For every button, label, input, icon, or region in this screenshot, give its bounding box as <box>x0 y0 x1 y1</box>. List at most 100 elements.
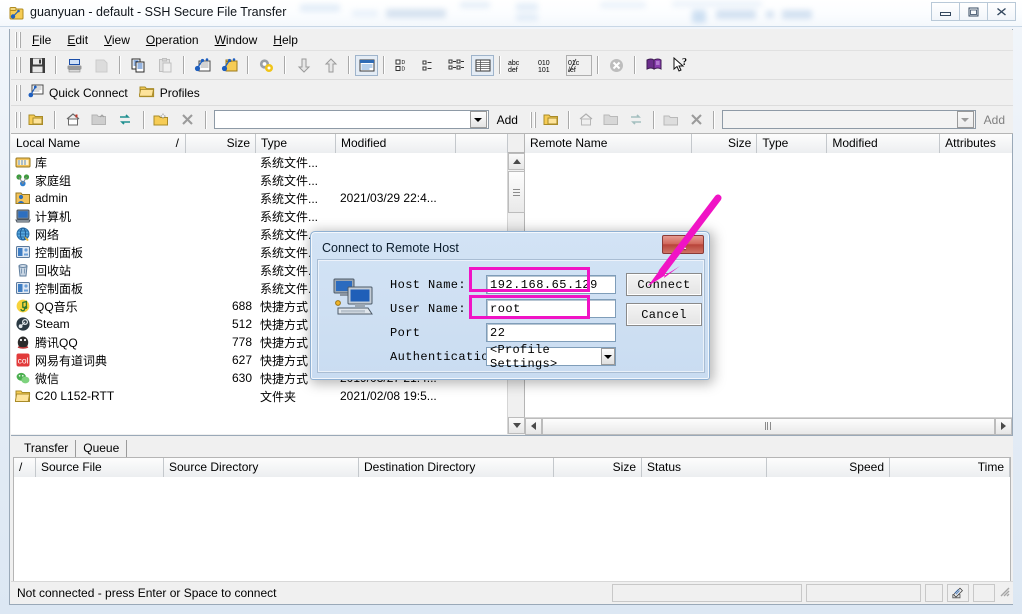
list-view-icon[interactable] <box>444 54 469 77</box>
window-titlebar[interactable]: guanyuan - default - SSH Secure File Tra… <box>0 0 1022 27</box>
disconnect-icon <box>604 54 629 77</box>
large-icons-view-icon[interactable]: D D <box>390 54 415 77</box>
folder-icon <box>14 388 31 404</box>
menu-file[interactable]: File <box>24 31 59 49</box>
chevron-down-icon[interactable] <box>469 111 487 128</box>
context-help-icon[interactable]: ? <box>668 54 693 77</box>
tab-transfer[interactable]: Transfer <box>17 440 77 457</box>
settings-gear-icon[interactable] <box>254 54 279 77</box>
addrbar-sep <box>712 110 715 129</box>
details-view-icon[interactable] <box>471 54 494 76</box>
chevron-down-icon[interactable] <box>601 348 615 365</box>
transfer-col-/[interactable]: / <box>14 458 36 477</box>
show-hide-toolbar-icon[interactable] <box>355 54 378 76</box>
remote-address-bar: Add <box>526 106 1013 134</box>
scroll-up-button[interactable] <box>508 153 525 170</box>
quickbar-grip[interactable] <box>15 84 21 101</box>
transfer-col-destination-directory[interactable]: Destination Directory <box>359 458 554 477</box>
local-col-size[interactable]: Size <box>186 134 256 153</box>
local-col-extra[interactable] <box>456 134 508 153</box>
small-icons-view-icon[interactable] <box>417 54 442 77</box>
auto-transfer-icon[interactable]: 01c /ef <box>566 54 592 76</box>
menu-edit[interactable]: Edit <box>59 31 96 49</box>
user-name-input[interactable]: root <box>486 299 616 318</box>
save-icon[interactable] <box>25 54 50 77</box>
network-icon <box>15 226 31 242</box>
local-go-up-folder-icon[interactable] <box>25 108 49 131</box>
table-row[interactable]: 库 系统文件... <box>11 153 524 171</box>
transfer-col-source-directory[interactable]: Source Directory <box>164 458 359 477</box>
connect-button[interactable]: Connect <box>626 273 702 296</box>
scroll-thumb[interactable] <box>508 171 525 213</box>
local-addrbar-grip[interactable] <box>15 111 21 128</box>
table-row[interactable]: 计算机 系统文件... <box>11 207 524 225</box>
local-col-name[interactable]: Local Name / <box>11 134 186 153</box>
help-book-icon[interactable] <box>641 54 666 77</box>
ascii-transfer-icon[interactable]: abc def <box>506 54 534 77</box>
copy-icon[interactable] <box>126 54 151 77</box>
minimize-button[interactable] <box>931 2 960 21</box>
status-panel-3 <box>806 583 921 602</box>
recycle-bin-icon <box>15 262 31 278</box>
local-col-modified[interactable]: Modified <box>336 134 456 153</box>
authentication-combobox[interactable]: <Profile Settings> <box>486 343 616 371</box>
local-home-folder-icon[interactable] <box>61 108 85 131</box>
close-button[interactable] <box>987 2 1016 21</box>
remote-horizontal-scrollbar[interactable] <box>525 417 1012 435</box>
scroll-right-button[interactable] <box>995 417 1012 435</box>
resize-grip[interactable] <box>997 584 1013 601</box>
remote-col-size[interactable]: Size <box>692 134 758 153</box>
profiles-button[interactable]: Profiles <box>135 82 207 104</box>
port-input[interactable]: 22 <box>486 323 616 342</box>
transfer-col-speed[interactable]: Speed <box>767 458 890 477</box>
hscroll-thumb[interactable] <box>542 417 995 435</box>
remote-col-name[interactable]: Remote Name <box>525 134 693 153</box>
menu-help[interactable]: Help <box>265 31 306 49</box>
table-row[interactable]: C20 L152-RTT 文件夹 2021/02/08 19:5... <box>11 387 524 405</box>
remote-go-up-folder-icon[interactable] <box>540 108 563 131</box>
transfer-col-source-file[interactable]: Source File <box>36 458 164 477</box>
remote-add-button: Add <box>983 112 1005 127</box>
menu-grip[interactable] <box>15 32 21 48</box>
quick-connect-bar: Quick Connect Profiles <box>11 80 1013 106</box>
tab-queue[interactable]: Queue <box>76 440 128 457</box>
maximize-button[interactable] <box>959 2 988 21</box>
new-file-transfer-window-icon[interactable] <box>190 54 215 77</box>
encryption-icon[interactable] <box>947 583 969 602</box>
remote-col-type[interactable]: Type <box>757 134 828 153</box>
local-col-type[interactable]: Type <box>256 134 336 153</box>
local-parent-folder-icon[interactable] <box>87 108 111 131</box>
toolbar-grip[interactable] <box>15 57 21 73</box>
scroll-left-button[interactable] <box>525 417 542 435</box>
quick-connect-button[interactable]: Quick Connect <box>24 82 135 104</box>
binary-transfer-icon[interactable]: 010 101 <box>536 54 564 77</box>
transfer-col-status[interactable]: Status <box>642 458 767 477</box>
menu-operation[interactable]: Operation <box>138 31 207 49</box>
dialog-close-button[interactable]: x <box>662 235 704 254</box>
remote-col-attributes[interactable]: Attributes <box>940 134 1013 153</box>
svg-text:def: def <box>508 67 518 74</box>
menu-edit-label: dit <box>75 33 89 47</box>
local-new-folder-icon[interactable] <box>150 108 174 131</box>
new-terminal-window-icon[interactable] <box>217 54 242 77</box>
table-row[interactable]: admin 系统文件... 2021/03/29 22:4... <box>11 189 524 207</box>
local-path-combobox[interactable] <box>213 110 489 129</box>
transfer-col-time[interactable]: Time <box>890 458 1010 477</box>
file-name-cell: 网络 <box>11 226 186 243</box>
remote-parent-folder-icon <box>600 108 623 131</box>
host-name-input[interactable]: 192.168.65.129 <box>486 275 616 294</box>
remote-addrbar-grip[interactable] <box>530 111 536 128</box>
addrbar-sep <box>54 110 57 129</box>
print-icon[interactable] <box>62 54 87 77</box>
status-bar: Not connected - press Enter or Space to … <box>11 581 1013 603</box>
cancel-button[interactable]: Cancel <box>626 303 702 326</box>
menu-window[interactable]: Window <box>207 31 266 49</box>
local-refresh-icon[interactable] <box>113 108 137 131</box>
table-row[interactable]: 家庭组 系统文件... <box>11 171 524 189</box>
scroll-down-button[interactable] <box>508 417 525 434</box>
menu-view[interactable]: View <box>96 31 138 49</box>
transfer-col-size[interactable]: Size <box>554 458 642 477</box>
file-name-cell: 控制面板 <box>11 244 186 261</box>
local-add-button[interactable]: Add <box>489 113 526 127</box>
remote-col-modified[interactable]: Modified <box>827 134 941 153</box>
